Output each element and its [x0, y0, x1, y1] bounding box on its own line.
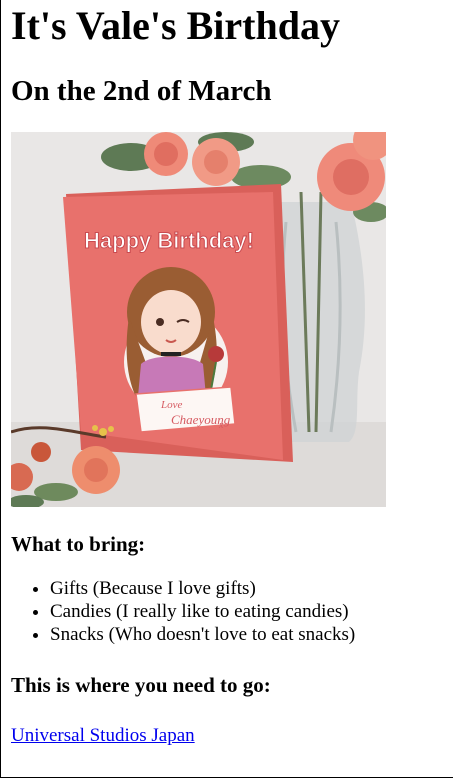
birthday-card-photo: Happy Birthday! Love Chaeyoung x [11, 132, 386, 507]
page-subtitle: On the 2nd of March [11, 75, 272, 107]
svg-text:Love: Love [160, 399, 183, 411]
bring-heading: What to bring: [11, 532, 146, 556]
page-title: It's Vale's Birthday [11, 3, 340, 48]
where-heading: This is where you need to go: [11, 673, 271, 697]
left-border [0, 0, 1, 778]
card-heading-text: Happy Birthday! [84, 228, 254, 253]
page-content: It's Vale's Birthday On the 2nd of March… [0, 0, 453, 747]
bring-list: Gifts (Because I love gifts) Candies (I … [11, 577, 453, 646]
location-link[interactable]: Universal Studios Japan [11, 724, 195, 747]
list-item: Candies (I really like to eating candies… [50, 600, 453, 623]
list-item: Gifts (Because I love gifts) [50, 577, 453, 600]
svg-text:x: x [218, 420, 224, 431]
list-item: Snacks (Who doesn't love to eat snacks) [50, 623, 453, 646]
